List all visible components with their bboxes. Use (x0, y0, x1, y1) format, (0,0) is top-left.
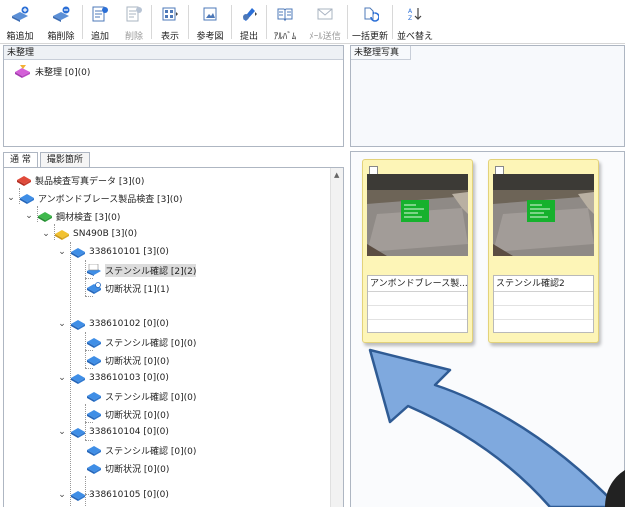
svg-text:A: A (408, 8, 413, 15)
add-box-icon (10, 6, 30, 22)
chevron-down-icon[interactable]: ⌄ (41, 229, 51, 239)
tree-node-338610101[interactable]: ⌄ 338610101 [3](0) (57, 243, 169, 261)
tree-node-cutting-status[interactable]: 切断状況 [0](0) (86, 405, 169, 423)
red-box-icon (16, 174, 32, 186)
blue-box-icon (86, 336, 102, 348)
tree-node-sn490b[interactable]: ⌄ SN490B [3](0) (41, 225, 137, 243)
blue-box-icon (86, 462, 102, 474)
chevron-down-icon[interactable]: ⌄ (24, 211, 34, 221)
tree-node-stencil-check[interactable]: ステンシル確認 [0](0) (86, 387, 196, 405)
tree-node-338610103[interactable]: ⌄ 338610103 [0](0) (57, 369, 169, 387)
display-icon (160, 6, 180, 22)
tree-node-338610105[interactable]: ⌄ 338610105 [0](0) (57, 486, 169, 504)
add-box-button[interactable]: 箱追加 (0, 0, 40, 44)
photo-thumbnail (367, 174, 468, 256)
drag-arrow-annotation (368, 348, 625, 507)
tab-location[interactable]: 撮影箇所 (39, 152, 90, 168)
unsorted-photos-panel: 未整理写真 (350, 45, 625, 147)
yellow-box-icon (54, 228, 70, 240)
reference-image-icon (200, 6, 220, 22)
photo-card[interactable]: アンボンドブレース製... (362, 159, 473, 343)
tree-tabs: 通 常 撮影箇所 (3, 152, 92, 168)
photo-card[interactable]: ステンシル確認2 (488, 159, 599, 343)
chevron-down-icon[interactable]: ⌄ (6, 193, 16, 203)
photo-thumbnail (493, 174, 594, 256)
mail-icon (315, 6, 335, 22)
album-button[interactable]: ｱﾙﾊﾞﾑ (267, 0, 303, 44)
delete-document-icon (124, 6, 144, 22)
bulk-update-button[interactable]: 一括更新 (348, 0, 392, 44)
blue-box-with-photo-icon (86, 263, 102, 276)
add-button[interactable]: 追加 (83, 0, 117, 44)
tree-node-stencil-check[interactable]: ステンシル確認 [0](0) (86, 333, 196, 351)
unsorted-photos-title: 未整理写真 (351, 46, 411, 60)
scroll-up-icon[interactable]: ▲ (334, 171, 339, 179)
unsorted-item-label: 未整理 [0](0) (35, 67, 91, 78)
tree-node-steel-inspection[interactable]: ⌄ 鋼材検査 [3](0) (24, 207, 120, 225)
blue-box-icon (70, 318, 86, 330)
blue-box-icon (70, 246, 86, 258)
tree-node-cutting-status[interactable]: 切断状況 [1](1) (86, 279, 169, 297)
photo-caption[interactable]: ステンシル確認2 (493, 275, 594, 333)
submit-icon (239, 6, 259, 22)
tree-node-cutting-status[interactable]: 切断状況 [0](0) (86, 351, 169, 369)
chevron-down-icon[interactable]: ⌄ (57, 319, 67, 329)
caption-line (494, 292, 593, 306)
reference-image-button[interactable]: 参考図 (189, 0, 231, 44)
caption-line (368, 292, 467, 306)
dark-circle-fragment (605, 470, 625, 507)
add-document-icon (90, 6, 110, 22)
delete-box-button[interactable]: 箱削除 (40, 0, 82, 44)
photo-caption[interactable]: アンボンドブレース製... (367, 275, 468, 333)
tree-node-stencil-check[interactable]: ステンシル確認 [0](0) (86, 441, 196, 459)
blue-box-icon (86, 408, 102, 420)
svg-text:Z: Z (408, 15, 412, 22)
caption-line (368, 306, 467, 320)
tree-vertical-scrollbar[interactable]: ▲ (330, 168, 343, 507)
tree-node-338610104[interactable]: ⌄ 338610104 [0](0) (57, 423, 169, 441)
blue-box-icon (86, 354, 102, 366)
tree-node-stencil-check-selected[interactable]: ステンシル確認 [2](2) (86, 261, 197, 279)
toolbar: 箱追加 箱削除 追加 削除 表示 参考図 提出 ｱﾙﾊﾞﾑ ﾒｰﾙ送信 一括更新… (0, 0, 625, 44)
caption-line (494, 306, 593, 320)
sort-icon: AZ (405, 6, 425, 22)
chevron-down-icon[interactable]: ⌄ (57, 427, 67, 437)
mail-send-button[interactable]: ﾒｰﾙ送信 (303, 0, 347, 44)
display-button[interactable]: 表示 (152, 0, 188, 44)
unsorted-panel: 未整理 未整理 [0](0) (3, 45, 344, 147)
delete-box-icon (51, 6, 71, 22)
unsorted-box-icon (14, 64, 32, 78)
blue-box-icon (86, 282, 102, 294)
tree-node-unbond-brace[interactable]: ⌄ アンボンドブレース製品検査 [3](0) (6, 189, 182, 207)
blue-box-icon (70, 489, 86, 501)
bulk-update-icon (360, 6, 380, 22)
tab-normal[interactable]: 通 常 (3, 152, 38, 168)
photo-caption-title: ステンシル確認2 (494, 276, 593, 292)
sort-button[interactable]: AZ 並べ替え (393, 0, 437, 44)
unsorted-item[interactable]: 未整理 [0](0) (14, 64, 90, 78)
photo-caption-title: アンボンドブレース製... (368, 276, 467, 292)
unsorted-panel-title: 未整理 (4, 46, 343, 60)
delete-button[interactable]: 削除 (117, 0, 151, 44)
album-icon (275, 6, 295, 22)
green-box-icon (37, 210, 53, 222)
blue-box-icon (86, 390, 102, 402)
blue-box-icon (70, 372, 86, 384)
chevron-down-icon[interactable]: ⌄ (57, 490, 67, 500)
blue-box-icon (19, 192, 35, 204)
tree-node-cutting-status[interactable]: 切断状況 [0](0) (86, 459, 169, 477)
chevron-down-icon[interactable]: ⌄ (57, 373, 67, 383)
blue-box-icon (86, 444, 102, 456)
submit-button[interactable]: 提出 (232, 0, 266, 44)
chevron-down-icon[interactable]: ⌄ (57, 247, 67, 257)
blue-box-icon (70, 426, 86, 438)
tree-node-338610102[interactable]: ⌄ 338610102 [0](0) (57, 315, 169, 333)
tree-node-root[interactable]: 製品検査写真データ [3](0) (16, 171, 144, 189)
